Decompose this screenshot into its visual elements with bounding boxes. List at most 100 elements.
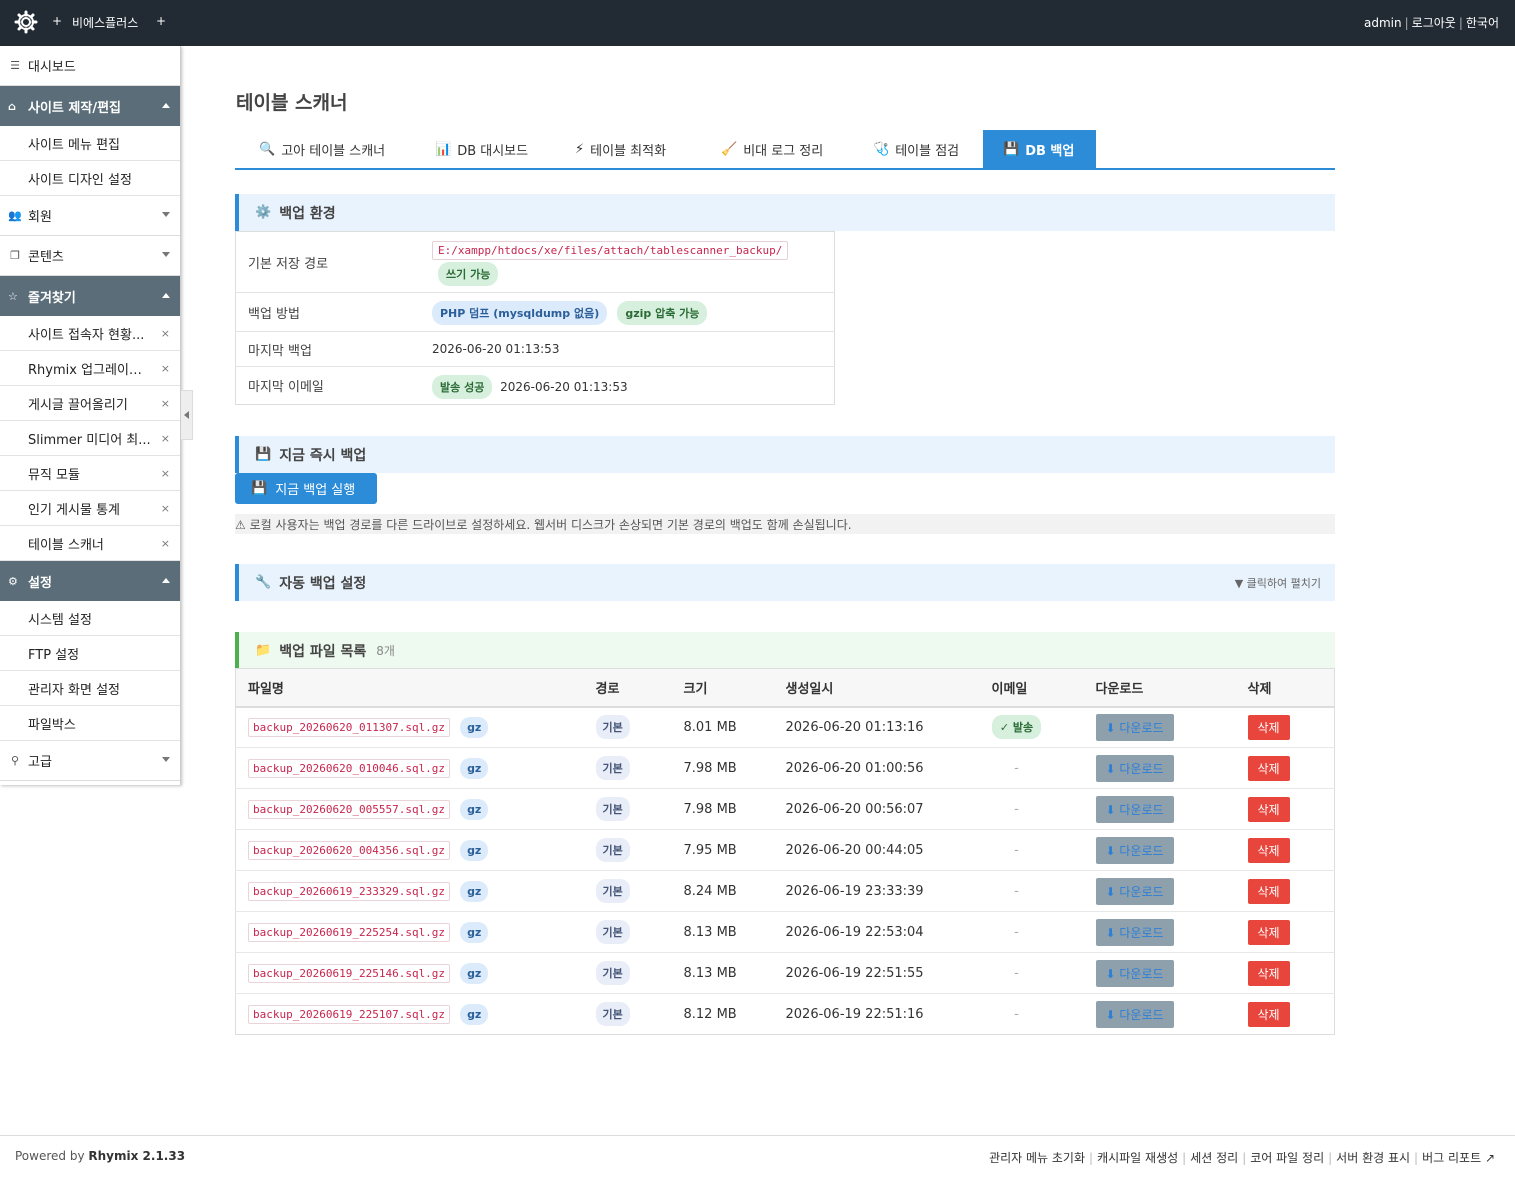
sidebar-item-favorite[interactable]: Rhymix 업그레이드... × [0,351,180,386]
tab-orphan-scanner[interactable]: 🔍 고아 테이블 스캐너 [239,130,405,168]
file-created: 2026-06-20 01:00:56 [773,747,980,789]
sidebar-item-site-design[interactable]: 사이트 디자인 설정 [0,161,180,196]
type-badge: gz [460,921,489,943]
download-button[interactable]: ⬇ 다운로드 [1095,713,1174,741]
sidebar-item-favorite[interactable]: Slimmer 미디어 최... × [0,421,180,456]
remove-favorite-icon[interactable]: × [161,327,170,340]
col-size: 크기 [671,668,774,708]
download-button[interactable]: ⬇ 다운로드 [1095,1000,1174,1028]
sidebar-collapse-handle[interactable] [181,390,193,440]
email-status: - [1014,1006,1019,1022]
last-email-label: 마지막 이메일 [235,366,420,405]
file-created: 2026-06-20 00:44:05 [773,829,980,871]
user-name-link[interactable]: admin [1364,16,1402,30]
remove-favorite-icon[interactable]: × [161,537,170,550]
user-menu: admin | 로그아웃 | 한국어 [1364,16,1499,30]
sidebar-item-favorite[interactable]: 게시글 끌어올리기 × [0,386,180,421]
email-status: - [1014,924,1019,940]
sidebar-item-favorite[interactable]: 뮤직 모듈 × [0,456,180,491]
delete-button[interactable]: 삭제 [1247,755,1290,781]
delete-button[interactable]: 삭제 [1247,878,1290,904]
add-after-site-button[interactable]: + [156,14,166,28]
sidebar-item-site-menu[interactable]: 사이트 메뉴 편집 [0,126,180,161]
broom-icon: 🧹 [721,141,738,157]
sidebar-item-ftp-settings[interactable]: FTP 설정 [0,636,180,671]
delete-button[interactable]: 삭제 [1247,796,1290,822]
tab-bar: 🔍 고아 테이블 스캐너 📊 DB 대시보드 ⚡ 테이블 최적화 🧹 비대 로그 정리 … [235,130,1335,170]
sidebar-group-settings[interactable]: ⚙ 설정 [0,561,180,601]
remove-favorite-icon[interactable]: × [161,467,170,480]
menu-icon: ☰ [10,59,20,72]
sidebar-item-admin-settings[interactable]: 관리자 화면 설정 [0,671,180,706]
download-button[interactable]: ⬇ 다운로드 [1095,959,1174,987]
run-backup-button[interactable]: 💾 지금 백업 실행 [235,473,377,504]
stethoscope-icon: 🩺 [873,141,890,157]
sidebar-group-favorites[interactable]: ☆ 즐겨찾기 [0,276,180,316]
clean-core-files-link[interactable]: 코어 파일 정리 [1250,1151,1324,1165]
reset-admin-menu-link[interactable]: 관리자 메뉴 초기화 [989,1151,1085,1165]
delete-button[interactable]: 삭제 [1247,919,1290,945]
writable-badge: 쓰기 가능 [438,262,499,286]
remove-favorite-icon[interactable]: × [161,502,170,515]
language-link[interactable]: 한국어 [1466,16,1499,30]
rhymix-version-link[interactable]: Rhymix 2.1.33 [88,1149,185,1163]
sidebar-item-filebox[interactable]: 파일박스 [0,706,180,741]
clear-sessions-link[interactable]: 세션 정리 [1190,1151,1238,1165]
server-env-link[interactable]: 서버 환경 표시 [1336,1151,1410,1165]
file-size: 7.95 MB [671,829,774,871]
sidebar-item-system-settings[interactable]: 시스템 설정 [0,601,180,636]
top-header: + 비에스플러스 + admin | 로그아웃 | 한국어 [0,0,1515,46]
sidebar-item-contents[interactable]: ❐ 콘텐츠 [0,236,180,276]
sidebar-item-dashboard[interactable]: ☰ 대시보드 [0,46,180,86]
backup-filename: backup_20260619_225146.sql.gz [248,963,451,983]
chevron-down-icon [162,757,170,762]
delete-button[interactable]: 삭제 [1247,960,1290,986]
add-before-site-button[interactable]: + [52,14,62,28]
delete-button[interactable]: 삭제 [1247,1001,1290,1027]
sidebar-item-favorite[interactable]: 테이블 스캐너 × [0,526,180,561]
download-button[interactable]: ⬇ 다운로드 [1095,836,1174,864]
backup-env-header: ⚙️ 백업 환경 [235,194,1335,231]
auto-backup-header[interactable]: 🔧 자동 백업 설정 ▼ 클릭하여 펼치기 [235,564,1335,601]
path-label: 기본 저장 경로 [248,256,329,272]
col-download: 다운로드 [1083,668,1236,708]
download-button[interactable]: ⬇ 다운로드 [1095,877,1174,905]
footer: Powered by Rhymix 2.1.33 관리자 메뉴 초기화 | 캐시파일… [0,1135,1515,1178]
tab-table-check[interactable]: 🩺 테이블 점검 [853,130,979,168]
expand-toggle[interactable]: ▼ 클릭하여 펼치기 [1235,575,1321,591]
path-badge: 기본 [595,961,630,985]
bug-report-link[interactable]: 버그 리포트 [1422,1151,1481,1165]
chevron-down-icon [162,212,170,217]
delete-button[interactable]: 삭제 [1247,714,1290,740]
tab-db-backup[interactable]: 💾 DB 백업 [983,130,1096,168]
sidebar-item-advanced[interactable]: ⚲ 고급 [0,741,180,781]
sidebar-item-favorite[interactable]: 사이트 접속자 현황... × [0,316,180,351]
delete-button[interactable]: 삭제 [1247,837,1290,863]
download-button[interactable]: ⬇ 다운로드 [1095,918,1174,946]
download-button[interactable]: ⬇ 다운로드 [1095,795,1174,823]
method-value-cell: PHP 덤프 (mysqldump 없음) gzip 압축 가능 [432,301,708,325]
tab-table-optimize[interactable]: ⚡ 테이블 최적화 [555,130,686,168]
gear-icon[interactable] [14,10,38,34]
cog-icon: ⚙ [8,574,18,588]
sidebar-item-members[interactable]: 👥 회원 [0,196,180,236]
search-icon: 🔍 [259,141,276,157]
remove-favorite-icon[interactable]: × [161,397,170,410]
email-status: - [1014,801,1019,817]
download-button[interactable]: ⬇ 다운로드 [1095,754,1174,782]
site-name-link[interactable]: 비에스플러스 [72,14,138,31]
remove-favorite-icon[interactable]: × [161,432,170,445]
table-row: backup_20260619_225254.sql.gz gz 기본 8.13 … [235,911,1335,953]
type-badge: gz [460,839,489,861]
sidebar-group-site[interactable]: ⌂ 사이트 제작/편집 [0,86,180,126]
tab-db-dashboard[interactable]: 📊 DB 대시보드 [415,130,548,168]
email-status: ✓ 발송 [991,715,1042,740]
regenerate-cache-link[interactable]: 캐시파일 재생성 [1097,1151,1178,1165]
chevron-up-icon [162,293,170,298]
file-size: 7.98 MB [671,788,774,830]
logout-link[interactable]: 로그아웃 [1412,16,1456,30]
sidebar-item-favorite[interactable]: 인기 게시물 통계 × [0,491,180,526]
remove-favorite-icon[interactable]: × [161,362,170,375]
tab-log-cleanup[interactable]: 🧹 비대 로그 정리 [701,130,843,168]
chevron-up-icon [162,578,170,583]
